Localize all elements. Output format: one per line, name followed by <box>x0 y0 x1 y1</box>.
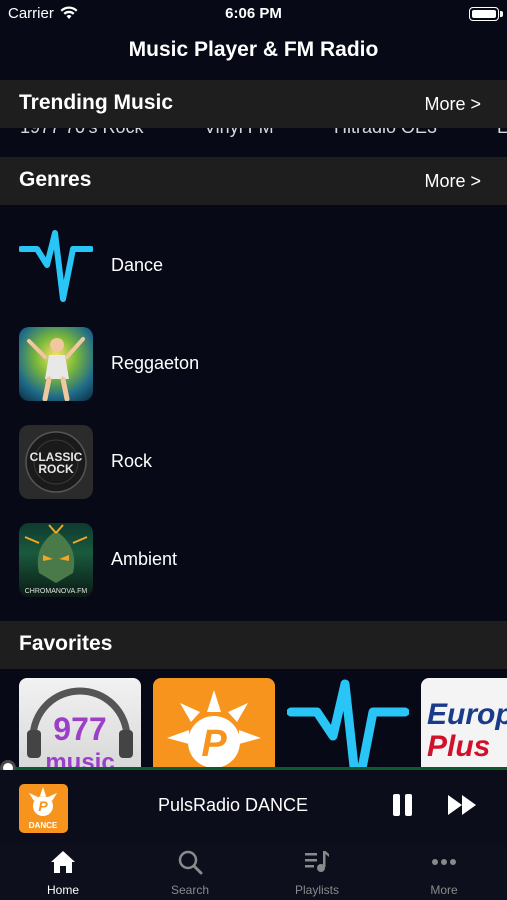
svg-text:music: music <box>45 749 114 768</box>
tab-label: More <box>430 883 458 897</box>
now-playing-title: PulsRadio DANCE <box>158 795 309 815</box>
playlists-icon <box>305 851 329 872</box>
tab-label: Playlists <box>294 883 339 897</box>
genre-row-dance[interactable]: Dance <box>0 229 507 327</box>
tab-playlists[interactable]: Playlists <box>254 845 380 900</box>
svg-text:977: 977 <box>53 711 106 747</box>
tab-home[interactable]: Home <box>0 845 126 900</box>
more-icon <box>432 859 456 865</box>
genre-row-ambient[interactable]: CHROMANOVA.FM Ambient <box>0 523 507 621</box>
svg-text:CHROMANOVA.FM: CHROMANOVA.FM <box>25 588 88 595</box>
tab-label: Search <box>170 883 210 897</box>
svg-text:Plus: Plus <box>427 730 490 763</box>
dance-waveform-icon <box>19 229 93 303</box>
battery-icon <box>469 7 503 21</box>
mini-player[interactable]: P DANCE PulsRadio DANCE <box>0 770 507 845</box>
fast-forward-button[interactable] <box>446 791 482 819</box>
tab-more[interactable]: More <box>381 845 507 900</box>
search-icon <box>178 850 203 875</box>
genres-header: Genres More > <box>0 157 507 205</box>
trending-header: Trending Music More > <box>0 80 507 128</box>
tab-label: Home <box>46 883 79 897</box>
genres-title: Genres <box>19 168 92 191</box>
trending-item[interactable]: E <box>497 128 507 138</box>
reggaeton-art-icon <box>19 327 93 401</box>
tab-bar: Home Search Playlists More <box>0 845 507 900</box>
home-icon <box>51 851 75 873</box>
trending-item[interactable]: Hitradio OE3 <box>334 128 437 138</box>
favorites-carousel[interactable]: 977 music P Europa Plus <box>0 678 507 768</box>
favorite-dance[interactable] <box>287 678 409 768</box>
favorites-title: Favorites <box>19 632 113 655</box>
favorite-puls-radio[interactable]: P <box>153 678 275 768</box>
ambient-art-icon: CHROMANOVA.FM <box>19 523 93 597</box>
svg-text:P: P <box>38 798 48 814</box>
genre-label: Ambient <box>111 549 178 569</box>
tab-search[interactable]: Search <box>127 845 253 900</box>
genre-row-rock[interactable]: CLASSIC ROCK Rock <box>0 425 507 523</box>
favorite-europa-plus[interactable]: Europa Plus <box>421 678 507 768</box>
svg-text:P: P <box>201 723 227 765</box>
trending-item[interactable]: 1977 70's Rock <box>20 128 144 138</box>
favorites-header: Favorites <box>0 621 507 669</box>
genre-label: Reggaeton <box>111 353 200 373</box>
trending-more-link[interactable]: More > <box>424 94 481 115</box>
artwork-label: DANCE <box>29 821 58 830</box>
page-title: Music Player & FM Radio <box>128 38 379 61</box>
now-playing-artwork: P DANCE <box>19 784 68 833</box>
trending-title: Trending Music <box>19 91 174 114</box>
trending-carousel[interactable]: 1977 70's Rock Vinyl FM Hitradio OE3 E <box>0 128 507 156</box>
genre-label: Dance <box>111 255 164 275</box>
pause-button[interactable] <box>389 791 417 819</box>
classic-rock-art-icon: CLASSIC ROCK <box>19 425 93 499</box>
genre-label: Rock <box>111 451 153 471</box>
svg-text:Europa: Europa <box>427 698 507 731</box>
trending-item[interactable]: Vinyl FM <box>204 128 274 138</box>
clock: 6:06 PM <box>225 5 282 22</box>
genres-more-link[interactable]: More > <box>424 171 481 192</box>
genre-row-reggaeton[interactable]: Reggaeton <box>0 327 507 425</box>
favorite-977-music[interactable]: 977 music <box>19 678 141 768</box>
status-bar: Carrier 6:06 PM <box>0 0 507 28</box>
svg-text:ROCK: ROCK <box>38 462 74 476</box>
